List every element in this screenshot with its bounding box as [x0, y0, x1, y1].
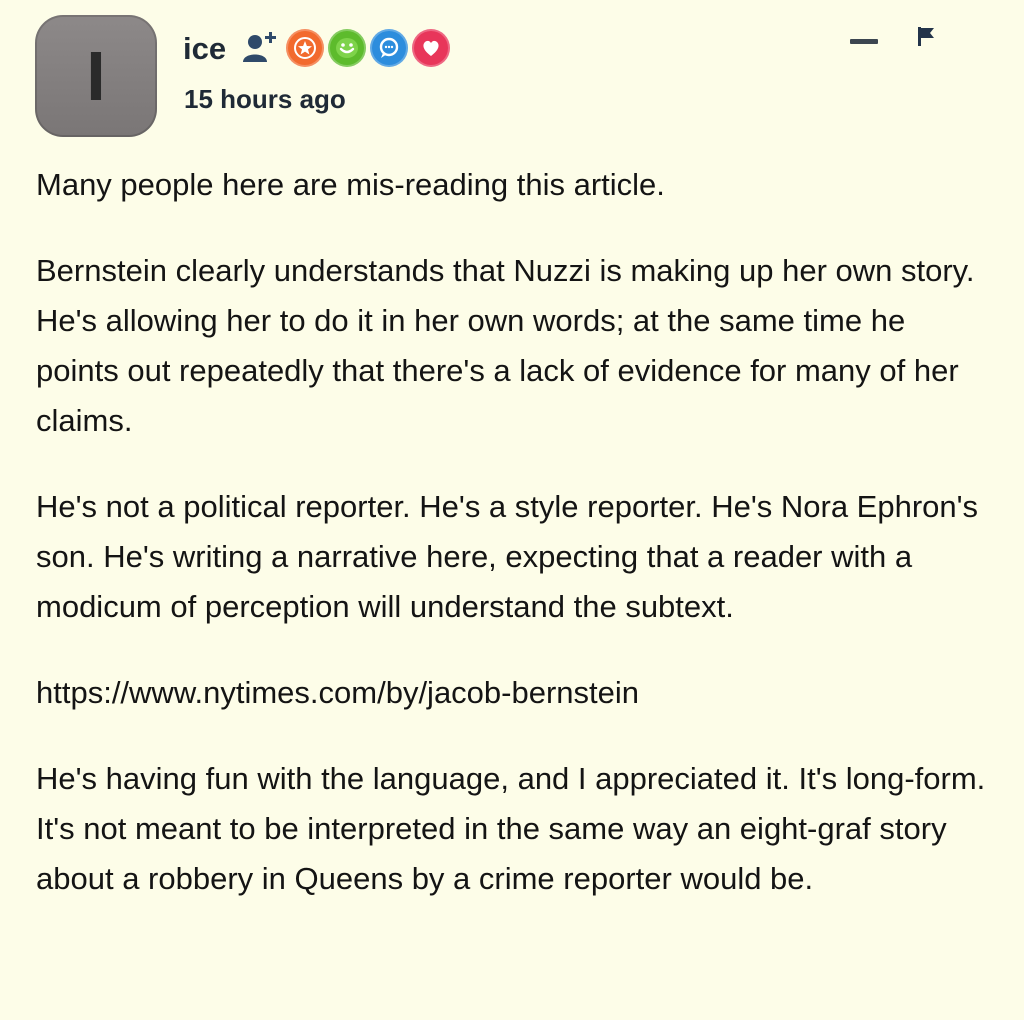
comment-header: ice: [183, 26, 454, 70]
collapse-button[interactable]: [846, 28, 886, 52]
comment-body: Many people here are mis-reading this ar…: [36, 160, 996, 940]
comment-paragraph-2: Bernstein clearly understands that Nuzzi…: [36, 253, 975, 438]
avatar[interactable]: I: [35, 15, 157, 137]
username[interactable]: ice: [183, 33, 226, 64]
flag-icon: [918, 27, 934, 46]
comment-card: I ice 15 hours ago Many people here are …: [0, 0, 1024, 1020]
chat-badge-icon[interactable]: [370, 29, 409, 67]
comment-paragraph-5: He's having fun with the language, and I…: [36, 761, 986, 896]
star-badge-icon[interactable]: [286, 29, 325, 67]
smile-badge-icon[interactable]: [328, 29, 367, 67]
heart-badge-icon[interactable]: [412, 29, 451, 67]
comment-link-paragraph: https://www.nytimes.com/by/jacob-bernste…: [36, 668, 996, 718]
nytimes-author-link[interactable]: https://www.nytimes.com/by/jacob-bernste…: [36, 675, 639, 710]
comment-paragraph-1: Many people here are mis-reading this ar…: [36, 167, 665, 202]
minus-icon: [850, 39, 878, 44]
follow-user-icon[interactable]: [240, 28, 280, 68]
comment-paragraph-3: He's not a political reporter. He's a st…: [36, 489, 979, 624]
timestamp: 15 hours ago: [184, 84, 346, 114]
avatar-letter: I: [86, 37, 106, 115]
report-flag-button[interactable]: [912, 22, 942, 52]
